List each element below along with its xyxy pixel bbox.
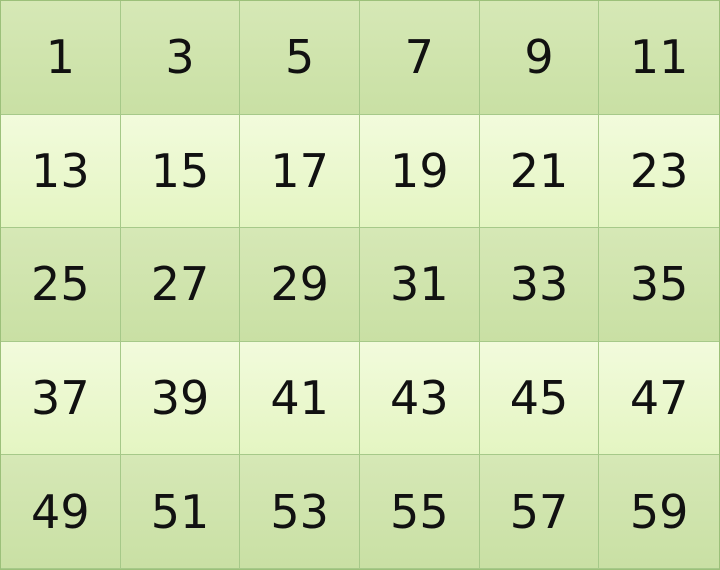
grid-cell: 7 [359,1,480,115]
grid-cell: 17 [240,114,360,229]
grid-cell: 43 [359,341,480,456]
grid-cell: 1 [1,1,121,115]
grid-cell: 27 [120,228,241,342]
grid-cell: 39 [120,341,241,456]
grid-cell: 9 [479,1,600,115]
grid-cell: 49 [1,455,121,569]
grid-cell: 19 [359,114,480,229]
grid-cell: 57 [479,455,600,569]
grid-cell: 31 [359,228,480,342]
grid-cell: 41 [240,341,360,456]
number-grid: 1 3 5 7 9 11 13 15 17 19 21 23 25 27 29 … [0,0,720,570]
grid-cell: 25 [1,228,121,342]
grid-cell: 3 [120,1,241,115]
grid-cell: 13 [1,114,121,229]
grid-cell: 11 [599,1,719,115]
grid-cell: 53 [240,455,360,569]
grid-cell: 55 [359,455,480,569]
grid-cell: 29 [240,228,360,342]
grid-cell: 51 [120,455,241,569]
grid-cell: 33 [479,228,600,342]
grid-cell: 5 [240,1,360,115]
grid-cell: 37 [1,341,121,456]
grid-cell: 21 [479,114,600,229]
grid-cell: 35 [599,228,719,342]
grid-cell: 15 [120,114,241,229]
grid-cell: 47 [599,341,719,456]
grid-cell: 23 [599,114,719,229]
grid-cell: 45 [479,341,600,456]
grid-cell: 59 [599,455,719,569]
